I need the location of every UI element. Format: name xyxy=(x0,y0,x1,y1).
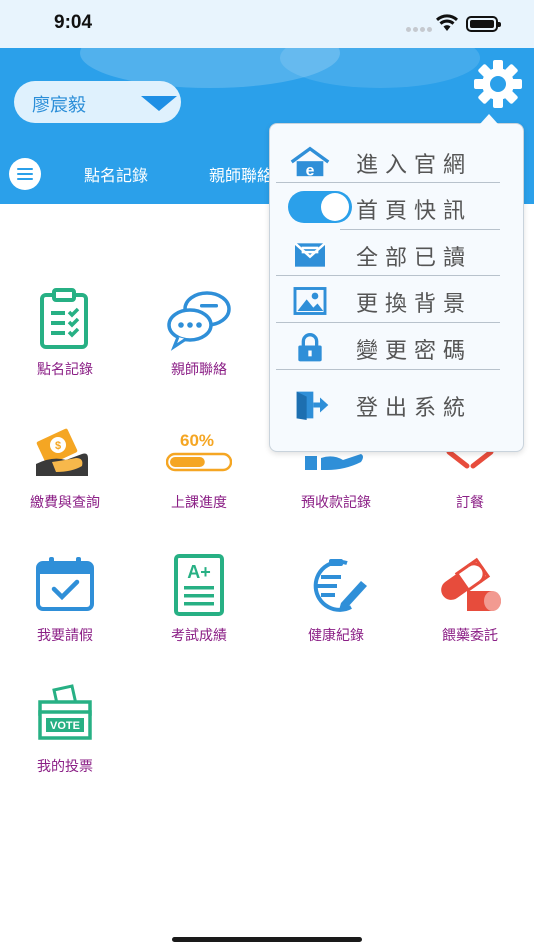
menu-item-logout[interactable]: 登出系統 xyxy=(276,381,500,427)
gear-icon[interactable] xyxy=(472,58,524,110)
tab-contact[interactable]: 親師聯絡 xyxy=(209,162,273,186)
image-icon xyxy=(293,287,327,315)
app-screen: 9:04 廖宸毅 點名記錄 親師聯絡 點名記錄 親師聯絡 $ 繳費與查詢 60%… xyxy=(0,0,534,950)
grid-label: 我的投票 xyxy=(37,759,93,775)
grid-label: 繳費與查詢 xyxy=(30,495,100,511)
menu-item-label: 進入官網 xyxy=(356,153,473,178)
status-bar: 9:04 xyxy=(0,0,534,48)
grid-label: 上課進度 xyxy=(171,495,227,511)
grid-label: 餵藥委託 xyxy=(442,628,498,644)
menu-item-website[interactable]: e 進入官網 xyxy=(276,138,500,184)
menu-item-label: 首頁快訊 xyxy=(356,199,473,224)
svg-text:e: e xyxy=(306,162,315,178)
svg-text:A+: A+ xyxy=(187,562,211,582)
grid-label: 親師聯絡 xyxy=(171,362,227,378)
svg-text:60%: 60% xyxy=(180,431,214,450)
settings-dropdown: e 進入官網 首頁快訊 全部已讀 更換背景 變更密碼 登出系統 xyxy=(269,114,524,452)
home-indicator xyxy=(172,937,362,942)
grid-label: 我要請假 xyxy=(37,628,93,644)
lock-icon xyxy=(298,333,322,362)
mail-icon xyxy=(294,242,326,267)
grid-label: 預收款記錄 xyxy=(301,495,371,511)
homepage-news-toggle[interactable] xyxy=(288,191,352,223)
dropdown-arrow xyxy=(480,114,498,124)
menu-item-label: 變更密碼 xyxy=(356,339,473,364)
tab-attendance[interactable]: 點名記錄 xyxy=(84,162,148,186)
ballot-box-icon: VOTE xyxy=(38,684,92,740)
chat-bubbles-icon xyxy=(167,291,231,351)
menu-item-change-background[interactable]: 更換背景 xyxy=(276,277,500,323)
progress-bar-icon: 60% xyxy=(166,431,232,472)
chevron-down-icon xyxy=(141,96,177,111)
menu-item-mark-all-read[interactable]: 全部已讀 xyxy=(276,231,500,277)
grid-label: 點名記錄 xyxy=(37,362,93,378)
menu-item-change-password[interactable]: 變更密碼 xyxy=(276,324,500,370)
clipboard-check-icon xyxy=(40,288,88,349)
home-web-icon: e xyxy=(290,146,330,178)
wifi-icon xyxy=(436,14,458,31)
menu-item-label: 登出系統 xyxy=(356,396,473,421)
grid-label: 考試成績 xyxy=(171,628,227,644)
money-hand-icon: $ xyxy=(36,428,88,476)
calendar-check-icon xyxy=(36,557,94,611)
battery-icon xyxy=(466,16,501,32)
status-time: 9:04 xyxy=(54,12,93,33)
grade-sheet-icon: A+ xyxy=(174,554,224,616)
exit-door-icon xyxy=(296,391,329,420)
health-list-icon xyxy=(313,559,367,612)
student-name: 廖宸毅 xyxy=(32,95,86,116)
menu-item-label: 更換背景 xyxy=(356,292,473,317)
svg-text:$: $ xyxy=(55,440,61,452)
grid-label: 健康紀錄 xyxy=(308,628,364,644)
svg-text:VOTE: VOTE xyxy=(50,720,80,732)
pill-icon xyxy=(441,557,501,611)
menu-item-homepage-news[interactable]: 首頁快訊 xyxy=(276,184,500,230)
grid-label: 訂餐 xyxy=(456,495,484,511)
student-selector[interactable]: 廖宸毅 xyxy=(14,81,181,123)
menu-item-label: 全部已讀 xyxy=(356,246,473,271)
hamburger-menu-icon[interactable] xyxy=(9,158,41,190)
